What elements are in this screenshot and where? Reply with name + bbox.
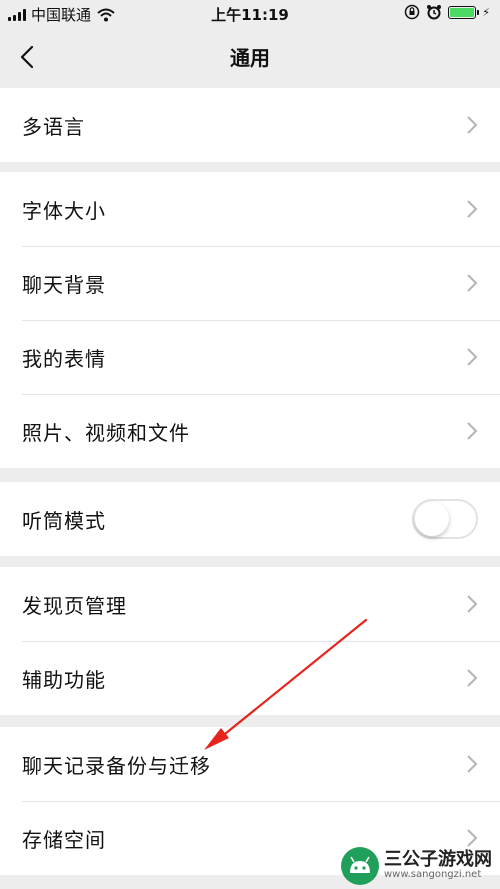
earpiece-mode-toggle[interactable]: [412, 499, 478, 539]
watermark-text: 三公子游戏网 www.sangongzi.net: [384, 849, 492, 881]
watermark-logo-icon: [341, 847, 379, 885]
settings-item-chat-background[interactable]: 聊天背景: [0, 246, 500, 320]
charging-icon: ⚡: [482, 5, 490, 19]
chevron-right-icon: [467, 200, 478, 218]
toggle-knob: [415, 502, 449, 536]
settings-item-accessibility[interactable]: 辅助功能: [0, 641, 500, 715]
battery-fill: [450, 7, 475, 17]
battery-icon: [448, 5, 480, 19]
settings-item-label: 聊天记录备份与迁移: [22, 753, 211, 778]
chevron-right-icon: [467, 829, 478, 847]
watermark: 三公子游戏网 www.sangongzi.net: [341, 847, 492, 885]
nav-bar: 通用: [0, 28, 500, 86]
settings-item-label: 照片、视频和文件: [22, 420, 190, 445]
chevron-right-icon: [467, 755, 478, 773]
chevron-right-icon: [467, 348, 478, 366]
settings-group-language: 多语言: [0, 88, 500, 162]
settings-group-discover: 发现页管理 辅助功能: [0, 567, 500, 715]
alarm-icon: [427, 5, 442, 20]
settings-item-label: 字体大小: [22, 198, 106, 223]
settings-item-label: 辅助功能: [22, 667, 106, 692]
settings-item-my-stickers[interactable]: 我的表情: [0, 320, 500, 394]
orientation-lock-icon: [405, 4, 420, 20]
chevron-right-icon: [467, 274, 478, 292]
chevron-right-icon: [467, 669, 478, 687]
page-title: 通用: [230, 46, 270, 70]
settings-group-earpiece: 听筒模式: [0, 482, 500, 556]
chevron-right-icon: [467, 116, 478, 134]
settings-item-language[interactable]: 多语言: [0, 88, 500, 162]
settings-item-discover-management[interactable]: 发现页管理: [0, 567, 500, 641]
chevron-right-icon: [467, 595, 478, 613]
settings-item-chat-backup-migration[interactable]: 聊天记录备份与迁移: [0, 727, 500, 801]
settings-item-font-size[interactable]: 字体大小: [0, 172, 500, 246]
watermark-name: 三公子游戏网: [384, 849, 492, 871]
settings-group-display: 字体大小 聊天背景 我的表情 照片、视频和文件: [0, 172, 500, 468]
status-right: ⚡: [404, 4, 490, 20]
status-bar: 中国联通 上午11:19 ⚡: [0, 0, 500, 28]
settings-item-label: 我的表情: [22, 346, 106, 371]
settings-item-label: 存储空间: [22, 827, 106, 852]
settings-item-label: 发现页管理: [22, 593, 127, 618]
settings-item-label: 多语言: [22, 114, 85, 139]
settings-item-earpiece-mode: 听筒模式: [0, 482, 500, 556]
settings-item-media-files[interactable]: 照片、视频和文件: [0, 394, 500, 468]
watermark-url: www.sangongzi.net: [384, 869, 482, 881]
chevron-right-icon: [467, 422, 478, 440]
settings-item-label: 聊天背景: [22, 272, 106, 297]
settings-item-label: 听筒模式: [22, 508, 106, 533]
